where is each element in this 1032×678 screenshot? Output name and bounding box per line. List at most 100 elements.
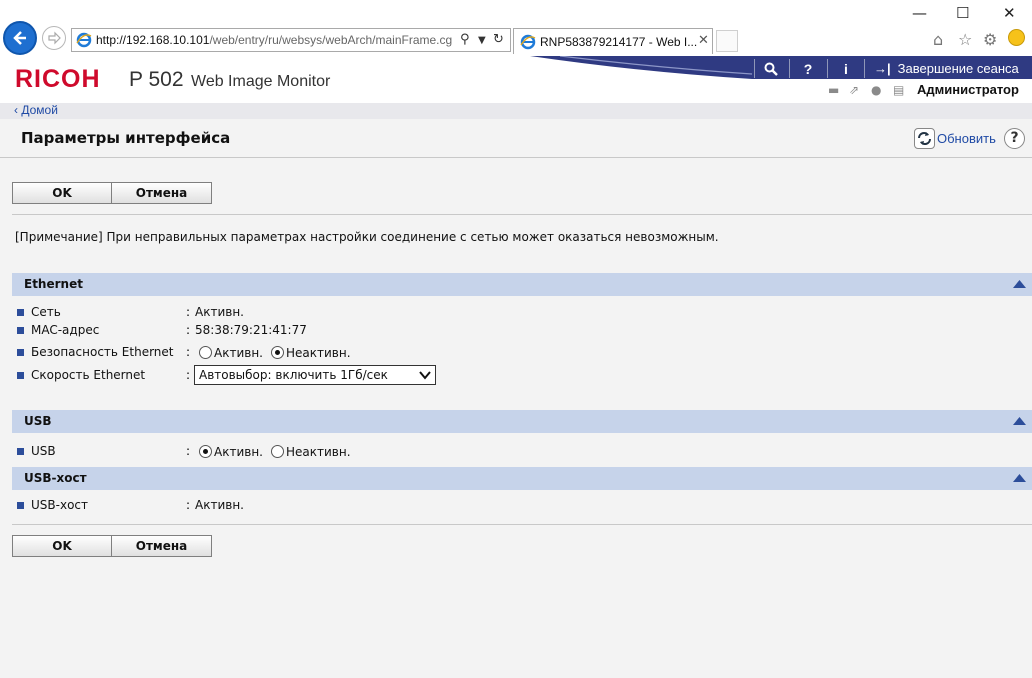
refresh-label: Обновить	[937, 131, 996, 146]
back-button[interactable]	[3, 21, 37, 55]
browser-chrome: http://192.168.10.101/web/entry/ru/websy…	[0, 0, 1032, 56]
separator: :	[186, 444, 191, 458]
bullet-icon	[17, 448, 24, 455]
refresh-icon	[914, 128, 935, 149]
ethernet-speed-select[interactable]: Автовыбор: включить 1Гб/сек	[194, 365, 436, 385]
close-window-button[interactable]: ✕	[1003, 4, 1016, 22]
bullet-icon	[17, 502, 24, 509]
radio-label: Неактивн.	[286, 445, 351, 459]
home-link[interactable]: ‹ Домой	[14, 103, 58, 117]
page-help-button[interactable]: ?	[1004, 128, 1025, 149]
cancel-button[interactable]: Отмена	[111, 182, 212, 204]
radio-label: Активн.	[214, 445, 263, 459]
network-icon: ⇗	[849, 83, 860, 97]
product-name: Web Image Monitor	[191, 73, 331, 90]
setting-label: USB	[31, 444, 56, 458]
setting-label: MAC-адрес	[31, 323, 100, 337]
setting-value: 58:38:79:21:41:77	[195, 323, 307, 337]
address-bar[interactable]: http://192.168.10.101/web/entry/ru/websy…	[71, 28, 511, 52]
header-divider	[789, 59, 790, 78]
tab-title: RNP583879214177 - Web I...	[540, 35, 698, 49]
ricoh-logo: RICOH	[15, 65, 101, 93]
select-value: Автовыбор: включить 1Гб/сек	[199, 368, 388, 382]
radio-label: Неактивн.	[286, 346, 351, 360]
info-button[interactable]: i	[832, 58, 860, 80]
divider	[0, 157, 1032, 158]
url-path: /web/entry/ru/websys/webArch/mainFrame.c…	[209, 33, 453, 47]
tab-close-icon[interactable]: ✕	[698, 33, 709, 48]
setting-label: USB-хост	[31, 498, 88, 512]
logout-arrow-icon: →|	[874, 61, 891, 76]
bullet-icon	[17, 327, 24, 334]
help-button[interactable]: ?	[794, 58, 822, 80]
setting-value: Активн.	[195, 498, 244, 512]
settings-gear-icon[interactable]: ⚙	[983, 30, 997, 49]
maximize-button[interactable]: ☐	[956, 4, 969, 22]
refresh-icon[interactable]: ↻	[493, 32, 504, 47]
user-icon: ●	[871, 83, 882, 97]
divider	[12, 524, 1032, 525]
bullet-icon	[17, 349, 24, 356]
chevron-down-icon	[419, 371, 431, 380]
ok-button-bottom[interactable]: OK	[12, 535, 112, 557]
search-button[interactable]	[757, 58, 785, 80]
home-link-label: Домой	[21, 103, 58, 117]
separator: :	[186, 498, 191, 512]
section-title: USB	[24, 414, 52, 428]
ie-logo-icon	[520, 34, 536, 50]
logout-label: Завершение сеанса	[897, 61, 1019, 76]
minimize-button[interactable]: —	[912, 4, 927, 22]
section-header-ethernet[interactable]: Ethernet	[12, 273, 1032, 296]
collapse-up-icon[interactable]	[1013, 416, 1026, 426]
app-header: RICOH P 502 Web Image Monitor ? i →| Заве…	[0, 56, 1032, 103]
section-header-usb-host[interactable]: USB-хост	[12, 467, 1032, 490]
browser-tab[interactable]: RNP583879214177 - Web I... ✕	[513, 28, 713, 54]
separator: :	[186, 345, 191, 359]
security-off-radio[interactable]	[271, 346, 284, 359]
document-icon: ▤	[893, 83, 905, 97]
ok-button[interactable]: OK	[12, 182, 112, 204]
lock-icon: ▬	[828, 83, 840, 97]
usb-off-radio[interactable]	[271, 445, 284, 458]
header-divider	[827, 59, 828, 78]
page-title: Параметры интерфейса	[21, 129, 231, 147]
url-host: http://192.168.10.101	[96, 33, 210, 47]
collapse-up-icon[interactable]	[1013, 279, 1026, 289]
setting-label: Безопасность Ethernet	[31, 345, 174, 359]
section-title: Ethernet	[24, 277, 83, 291]
section-title: USB-хост	[24, 471, 87, 485]
home-icon[interactable]: ⌂	[933, 30, 943, 49]
forward-arrow-icon	[48, 31, 61, 45]
dropdown-icon[interactable]: ▼	[478, 35, 486, 46]
usb-on-radio[interactable]	[199, 445, 212, 458]
url-text[interactable]: http://192.168.10.101/web/entry/ru/websy…	[96, 33, 456, 47]
favorites-star-icon[interactable]: ☆	[958, 30, 972, 49]
warning-note: [Примечание] При неправильных параметрах…	[15, 230, 719, 244]
search-icon[interactable]: ⚲	[460, 32, 470, 47]
printer-model: P 502	[129, 68, 184, 91]
security-on-radio[interactable]	[199, 346, 212, 359]
collapse-up-icon[interactable]	[1013, 473, 1026, 483]
radio-label: Активн.	[214, 346, 263, 360]
header-divider	[754, 59, 755, 78]
separator: :	[186, 305, 191, 319]
setting-label: Скорость Ethernet	[31, 368, 146, 382]
logout-button[interactable]: →| Завершение сеанса	[874, 58, 1019, 80]
breadcrumb-bar: ‹ Домой	[0, 103, 1032, 119]
setting-value: Активн.	[195, 305, 244, 319]
bullet-icon	[17, 309, 24, 316]
back-arrow-icon	[13, 31, 26, 45]
forward-button[interactable]	[42, 26, 66, 50]
bullet-icon	[17, 372, 24, 379]
current-user: Администратор	[917, 82, 1019, 97]
divider	[12, 214, 1032, 215]
cancel-button-bottom[interactable]: Отмена	[111, 535, 212, 557]
search-icon	[764, 62, 778, 76]
header-divider	[864, 59, 865, 78]
ie-logo-icon	[76, 32, 92, 48]
new-tab-button[interactable]	[716, 30, 738, 52]
section-header-usb[interactable]: USB	[12, 410, 1032, 433]
feedback-smiley-icon[interactable]	[1008, 29, 1025, 46]
separator: :	[186, 368, 191, 382]
separator: :	[186, 323, 191, 337]
